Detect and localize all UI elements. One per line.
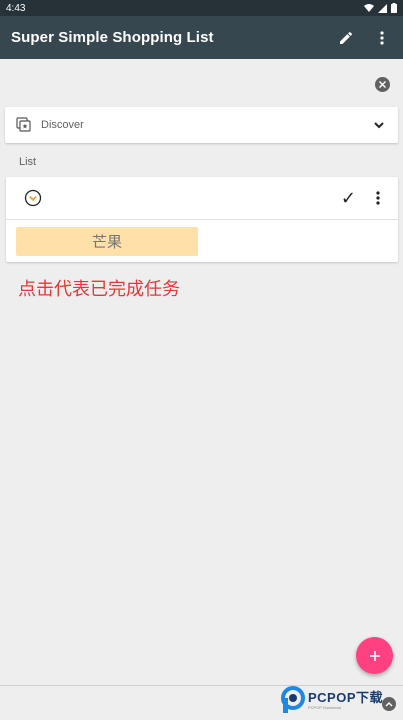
wifi-icon — [364, 4, 374, 12]
edit-icon — [340, 31, 353, 44]
close-icon — [379, 81, 386, 88]
signal-icon — [378, 3, 387, 13]
list-more-button[interactable] — [370, 189, 386, 207]
more-vert-icon — [380, 30, 384, 45]
store-selector-label: Discover — [41, 119, 84, 131]
edit-button[interactable] — [335, 27, 357, 49]
chevron-down-icon — [374, 122, 384, 129]
status-time: 4:43 — [6, 2, 26, 14]
expand-button[interactable] — [24, 189, 42, 207]
scroll-top-button[interactable] — [382, 697, 396, 711]
store-icon — [16, 117, 31, 132]
app-title: Super Simple Shopping List — [11, 29, 214, 46]
more-vert-icon — [376, 191, 380, 205]
status-bar: 4:43 — [0, 0, 403, 16]
app-bar: Super Simple Shopping List — [0, 16, 403, 59]
list-item[interactable]: 芒果 — [16, 227, 198, 256]
annotation-text: 点击代表已完成任务 — [18, 279, 180, 300]
list-header: ✓ — [6, 177, 398, 220]
overflow-menu-button[interactable] — [371, 27, 393, 49]
watermark-main: PCPOP下载 — [308, 689, 384, 705]
add-item-button[interactable] — [356, 637, 393, 674]
section-label: List — [19, 156, 37, 168]
plus-icon — [369, 650, 380, 661]
battery-icon — [391, 3, 397, 13]
pcpop-logo-icon — [281, 686, 305, 713]
store-selector[interactable]: Discover — [5, 107, 398, 143]
app-actions — [335, 27, 393, 49]
status-icons — [364, 3, 397, 13]
check-all-button[interactable]: ✓ — [341, 189, 356, 207]
watermark-sub: PCPOP Download — [308, 704, 341, 710]
list-card: ✓ 芒果 — [6, 177, 398, 262]
clear-button[interactable] — [375, 77, 390, 92]
chevron-up-icon — [385, 702, 393, 707]
watermark-text: PCPOP下载 PCPOP Download — [308, 691, 383, 710]
